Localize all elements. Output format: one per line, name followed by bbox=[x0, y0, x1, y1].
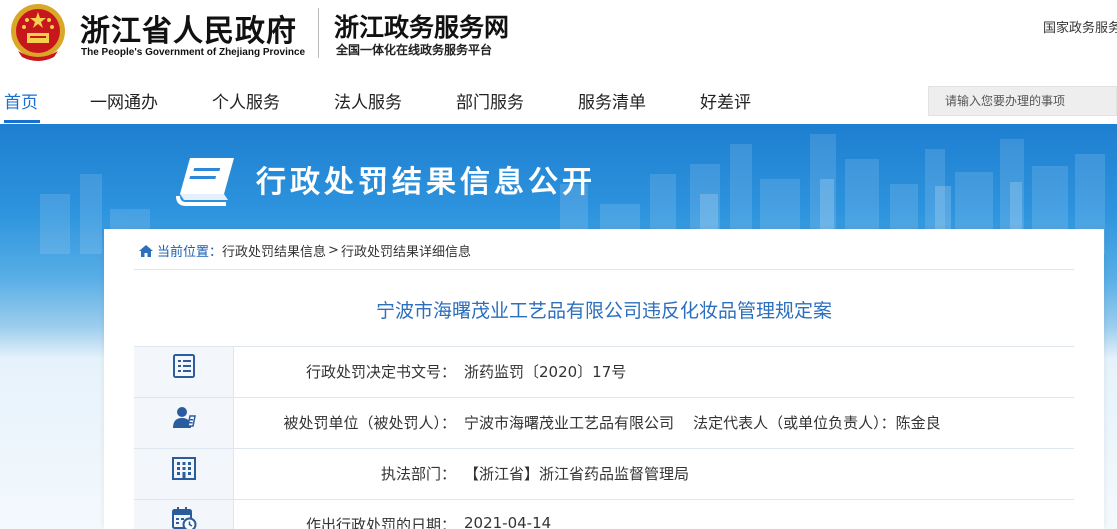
building-icon bbox=[171, 457, 196, 480]
national-service-link[interactable]: 国家政务服务 bbox=[1043, 17, 1117, 36]
search-input[interactable] bbox=[929, 87, 1116, 115]
detail-card: 当前位置： 行政处罚结果信息 > 行政处罚结果详细信息 宁波市海曙茂业工艺品有限… bbox=[104, 229, 1104, 529]
search-box[interactable] bbox=[928, 86, 1117, 116]
header-divider bbox=[318, 8, 319, 58]
portal-title[interactable]: 浙江政务服务网 bbox=[334, 8, 509, 44]
portal-subtitle: 全国一体化在线政务服务平台 bbox=[336, 43, 493, 57]
enforcement-department-value: 【浙江省】浙江省药品监督管理局 bbox=[464, 465, 690, 483]
case-info-table: 行政处罚决定书文号： 浙药监罚〔2020〕17号 被处罚单位（被处罚人）： 宁波… bbox=[134, 346, 1074, 529]
breadcrumb-item-results[interactable]: 行政处罚结果信息 bbox=[222, 241, 326, 260]
info-row-decision-number: 行政处罚决定书文号： 浙药监罚〔2020〕17号 bbox=[134, 346, 1074, 397]
nav-item-service-list[interactable]: 服务清单 bbox=[578, 88, 646, 113]
enforcement-department-label: 执法部门： bbox=[380, 465, 456, 483]
national-emblem-icon bbox=[11, 4, 65, 61]
card-divider bbox=[134, 269, 1074, 270]
penalty-date-value: 2021-04-14 bbox=[464, 514, 552, 529]
penalized-party-value: 宁波市海曙茂业工艺品有限公司 法定代表人（或单位负责人）：陈金良 bbox=[464, 414, 941, 432]
nav-item-legal-person[interactable]: 法人服务 bbox=[334, 88, 402, 113]
penalty-date-label: 作出行政处罚的日期： bbox=[305, 516, 456, 529]
info-row-penalized-party: 被处罚单位（被处罚人）： 宁波市海曙茂业工艺品有限公司 法定代表人（或单位负责人… bbox=[134, 397, 1074, 448]
breadcrumb: 当前位置： 行政处罚结果信息 > 行政处罚结果详细信息 bbox=[138, 241, 471, 260]
home-icon bbox=[139, 244, 153, 257]
info-row-penalty-date: 作出行政处罚的日期： 2021-04-14 bbox=[134, 499, 1074, 529]
site-header: 浙江省人民政府 The People's Government of Zheji… bbox=[0, 0, 1117, 76]
active-tab-indicator bbox=[4, 120, 40, 123]
main-nav: 首页 一网通办 个人服务 法人服务 部门服务 服务清单 好差评 bbox=[0, 76, 1117, 124]
nav-item-home[interactable]: 首页 bbox=[4, 88, 38, 113]
calendar-clock-icon bbox=[171, 507, 196, 529]
gov-title: 浙江省人民政府 bbox=[80, 14, 297, 49]
info-row-enforcement-department: 执法部门： 【浙江省】浙江省药品监督管理局 bbox=[134, 448, 1074, 499]
case-title: 宁波市海曙茂业工艺品有限公司违反化妆品管理规定案 bbox=[375, 300, 832, 322]
person-icon bbox=[172, 407, 196, 428]
book-icon bbox=[176, 158, 234, 206]
nav-item-rating[interactable]: 好差评 bbox=[700, 88, 751, 113]
breadcrumb-item-detail: 行政处罚结果详细信息 bbox=[340, 245, 471, 260]
decision-number-value: 浙药监罚〔2020〕17号 bbox=[464, 363, 627, 381]
nav-item-department[interactable]: 部门服务 bbox=[456, 88, 524, 113]
penalized-party-label: 被处罚单位（被处罚人）： bbox=[283, 414, 456, 432]
nav-item-one-stop[interactable]: 一网通办 bbox=[90, 88, 158, 113]
breadcrumb-separator: > bbox=[328, 243, 339, 258]
nav-item-personal[interactable]: 个人服务 bbox=[212, 88, 280, 113]
document-list-icon bbox=[172, 354, 195, 378]
breadcrumb-label: 当前位置： bbox=[157, 245, 223, 260]
gov-subtitle: The People's Government of Zhejiang Prov… bbox=[81, 47, 306, 58]
banner-title: 行政处罚结果信息公开 bbox=[256, 165, 596, 200]
decision-number-label: 行政处罚决定书文号： bbox=[305, 363, 456, 381]
